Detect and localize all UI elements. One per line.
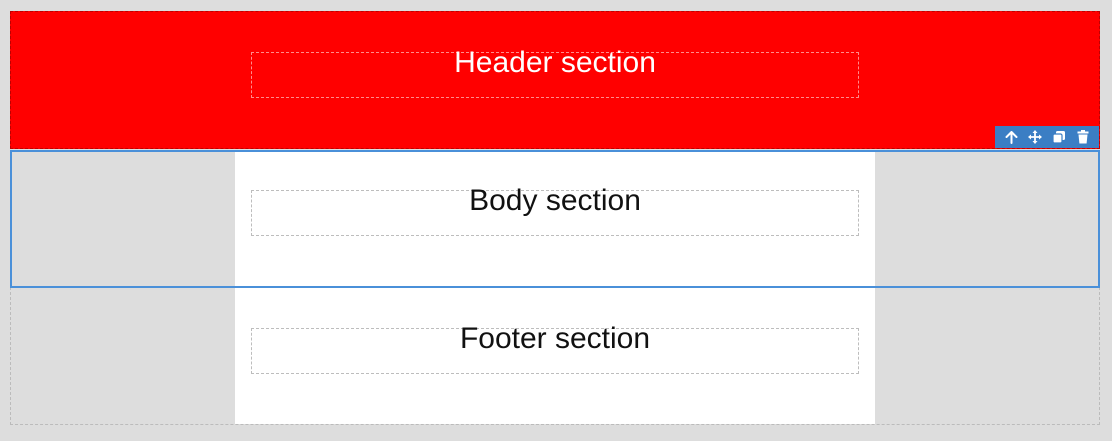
arrow-up-icon[interactable] xyxy=(1001,128,1021,146)
header-text-block[interactable]: Header section xyxy=(251,46,859,98)
clone-icon[interactable] xyxy=(1049,128,1069,146)
delete-icon[interactable] xyxy=(1073,128,1093,146)
header-section[interactable]: Header section xyxy=(10,11,1100,149)
footer-section-label: Footer section xyxy=(459,322,651,355)
component-toolbar xyxy=(995,126,1099,148)
body-text-block[interactable]: Body section xyxy=(251,184,859,236)
footer-section[interactable]: Footer section xyxy=(10,287,1100,425)
footer-text-block[interactable]: Footer section xyxy=(251,322,859,374)
body-section-label: Body section xyxy=(469,184,641,217)
header-section-label: Header section xyxy=(454,46,656,79)
body-section[interactable]: Body section xyxy=(10,150,1100,288)
move-icon[interactable] xyxy=(1025,128,1045,146)
